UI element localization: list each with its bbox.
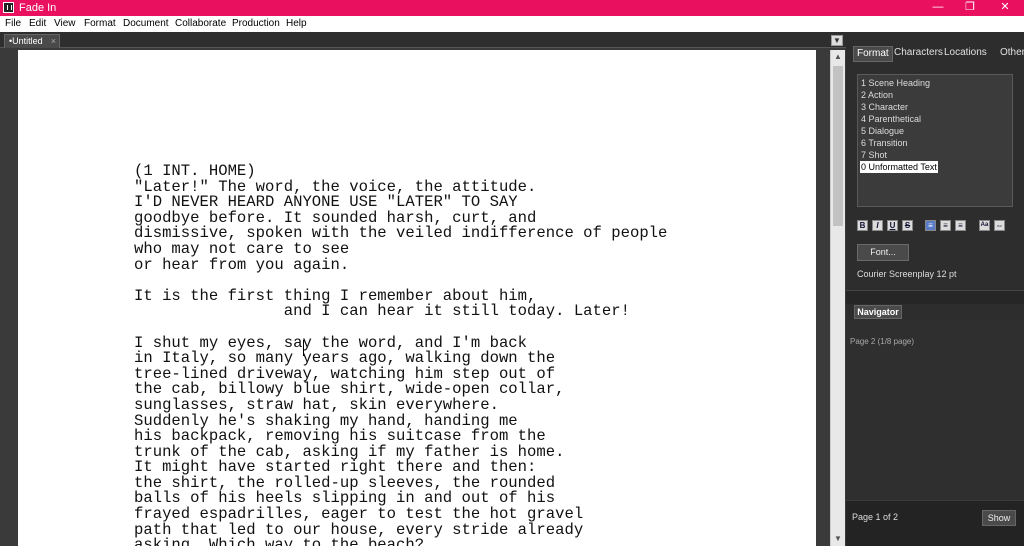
format-item-scene-heading[interactable]: 1 Scene Heading	[860, 77, 931, 89]
align-center-icon[interactable]: ≡	[940, 220, 951, 231]
script-line[interactable]: asking, Which way to the beach?	[134, 538, 667, 546]
format-item-dialogue[interactable]: 5 Dialogue	[860, 125, 905, 137]
title-bar: Fade In — ❐ ✕	[0, 0, 1024, 16]
page-indicator: Page 1 of 2	[852, 512, 899, 522]
format-item-unformatted-text[interactable]: 0 Unformatted Text	[860, 161, 938, 173]
scroll-up-icon[interactable]: ▲	[831, 50, 845, 64]
tab-label: •Untitled	[9, 36, 43, 46]
format-item-shot[interactable]: 7 Shot	[860, 149, 888, 161]
scroll-thumb[interactable]	[833, 66, 843, 226]
tab-characters[interactable]: Characters	[891, 46, 946, 60]
link-icon[interactable]: ⇔	[994, 220, 1005, 231]
format-item-transition[interactable]: 6 Transition	[860, 137, 909, 149]
align-left-icon[interactable]: ≡	[925, 220, 936, 231]
window-title: Fade In	[19, 2, 57, 14]
menu-view[interactable]: View	[54, 18, 76, 30]
align-right-icon[interactable]: ≡	[955, 220, 966, 231]
font-button[interactable]: Font...	[857, 244, 909, 261]
menu-help[interactable]: Help	[286, 18, 307, 30]
underline-icon[interactable]: U	[887, 220, 898, 231]
script-text[interactable]: (1 INT. HOME) "Later!" The word, the voic…	[134, 163, 667, 546]
tab-navigator[interactable]: Navigator	[854, 305, 902, 319]
menu-document[interactable]: Document	[123, 18, 169, 30]
tab-close-icon[interactable]: ×	[51, 35, 56, 48]
format-list[interactable]: 1 Scene Heading 2 Action 3 Character 4 P…	[857, 74, 1013, 207]
italic-icon[interactable]: I	[872, 220, 883, 231]
script-line[interactable]: or hear from you again.	[134, 257, 667, 274]
document-tab-bar: •Untitled × ▼	[0, 32, 846, 48]
script-page[interactable]: (1 INT. HOME) "Later!" The word, the voic…	[18, 50, 816, 546]
close-button[interactable]: ✕	[988, 0, 1022, 16]
change-case-icon[interactable]: Aa	[979, 220, 990, 231]
bold-icon[interactable]: B	[857, 220, 868, 231]
minimize-button[interactable]: —	[921, 0, 955, 16]
script-line[interactable]: and I can hear it still today. Later!	[134, 304, 667, 320]
menu-collaborate[interactable]: Collaborate	[175, 18, 226, 30]
scroll-down-icon[interactable]: ▼	[831, 532, 845, 546]
show-button[interactable]: Show	[982, 510, 1016, 526]
vertical-scrollbar[interactable]: ▲ ▼	[830, 50, 845, 546]
side-panel: Format Characters Locations Other 1 Scen…	[846, 32, 1024, 546]
tab-locations[interactable]: Locations	[941, 46, 990, 60]
side-panel-tabs: Format Characters Locations Other	[846, 46, 1024, 62]
app-icon	[3, 2, 14, 13]
menu-edit[interactable]: Edit	[29, 18, 46, 30]
navigator-footer: Page 1 of 2 Show	[846, 500, 1024, 546]
navigator-page-info: Page 2 (1/8 page)	[850, 337, 915, 346]
tab-list-dropdown-icon[interactable]: ▼	[831, 35, 843, 46]
tab-format[interactable]: Format	[853, 46, 893, 62]
strikethrough-icon[interactable]: S	[902, 220, 913, 231]
font-description: Courier Screenplay 12 pt	[857, 269, 957, 279]
format-item-parenthetical[interactable]: 4 Parenthetical	[860, 113, 922, 125]
tab-untitled[interactable]: •Untitled ×	[4, 34, 60, 48]
text-cursor	[303, 340, 304, 356]
restore-button[interactable]: ❐	[953, 0, 987, 16]
menu-production[interactable]: Production	[232, 18, 280, 30]
format-item-character[interactable]: 3 Character	[860, 101, 909, 113]
tab-other[interactable]: Other	[997, 46, 1024, 60]
document-area: •Untitled × ▼ (1 INT. HOME) "Later!" The …	[0, 32, 846, 546]
navigator-header: Navigator	[846, 305, 1024, 319]
panel-divider[interactable]	[846, 290, 1024, 304]
menu-bar: File Edit View Format Document Collabora…	[0, 16, 1024, 32]
menu-format[interactable]: Format	[84, 18, 116, 30]
menu-file[interactable]: File	[5, 18, 21, 30]
format-toolbar: B I U S ≡ ≡ ≡ Aa ⇔	[857, 220, 1017, 233]
format-item-action[interactable]: 2 Action	[860, 89, 894, 101]
navigator-panel[interactable]: Page 2 (1/8 page)	[846, 320, 1024, 500]
